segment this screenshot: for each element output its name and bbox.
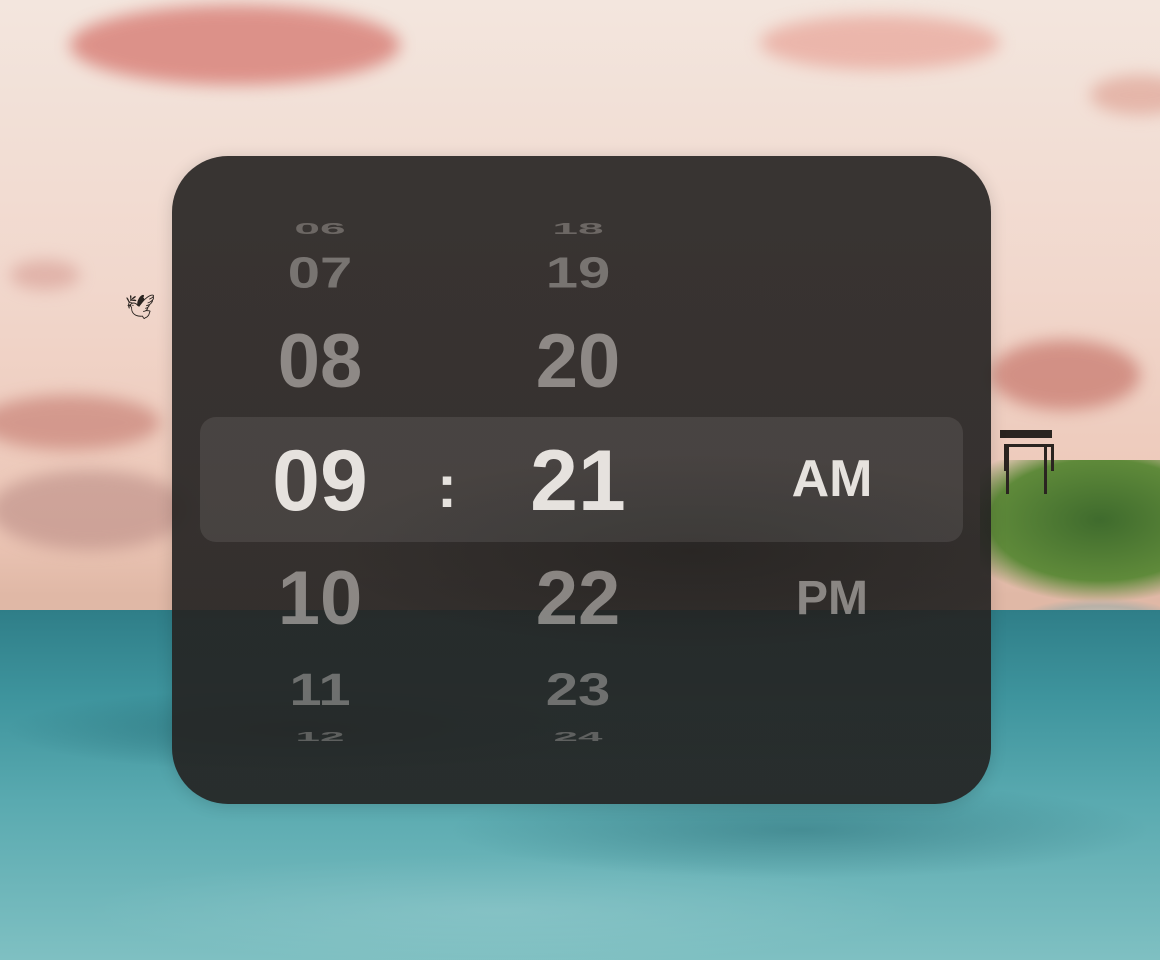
cloud [0,470,190,550]
selected-hour[interactable]: 09 [245,438,395,524]
cloud [10,260,80,290]
minute-wheel[interactable]: 18 19 20 21 22 23 24 [503,156,653,804]
minute-option[interactable]: 19 [503,251,653,295]
hour-wheel[interactable]: 06 07 08 09 10 11 12 [245,156,395,804]
minute-option[interactable]: 23 [503,667,653,712]
time-picker-widget: 06 07 08 09 10 11 12 : 18 19 20 21 22 23… [172,156,991,804]
hour-option[interactable]: 06 [245,220,395,236]
bird-icon: 🕊 [125,294,156,321]
cloud [70,5,400,85]
minute-option[interactable]: 22 [503,561,653,637]
hour-option[interactable]: 08 [245,324,395,400]
period-wheel[interactable]: AM PM [757,156,907,804]
selected-minute[interactable]: 21 [503,438,653,524]
hour-option[interactable]: 10 [245,561,395,637]
cloud [1090,75,1160,115]
time-separator: : [437,453,457,520]
period-pm[interactable]: PM [757,575,907,623]
cloud [760,15,1000,70]
minute-option[interactable]: 20 [503,324,653,400]
lifeguard-tower [1000,430,1055,495]
hour-option[interactable]: 11 [245,667,395,712]
hour-option[interactable]: 07 [245,251,395,295]
period-am[interactable]: AM [757,453,907,505]
hour-option[interactable]: 12 [245,730,395,743]
cloud [0,395,160,450]
minute-option[interactable]: 24 [503,730,653,743]
minute-option[interactable]: 18 [503,220,653,236]
cloud [990,340,1140,410]
